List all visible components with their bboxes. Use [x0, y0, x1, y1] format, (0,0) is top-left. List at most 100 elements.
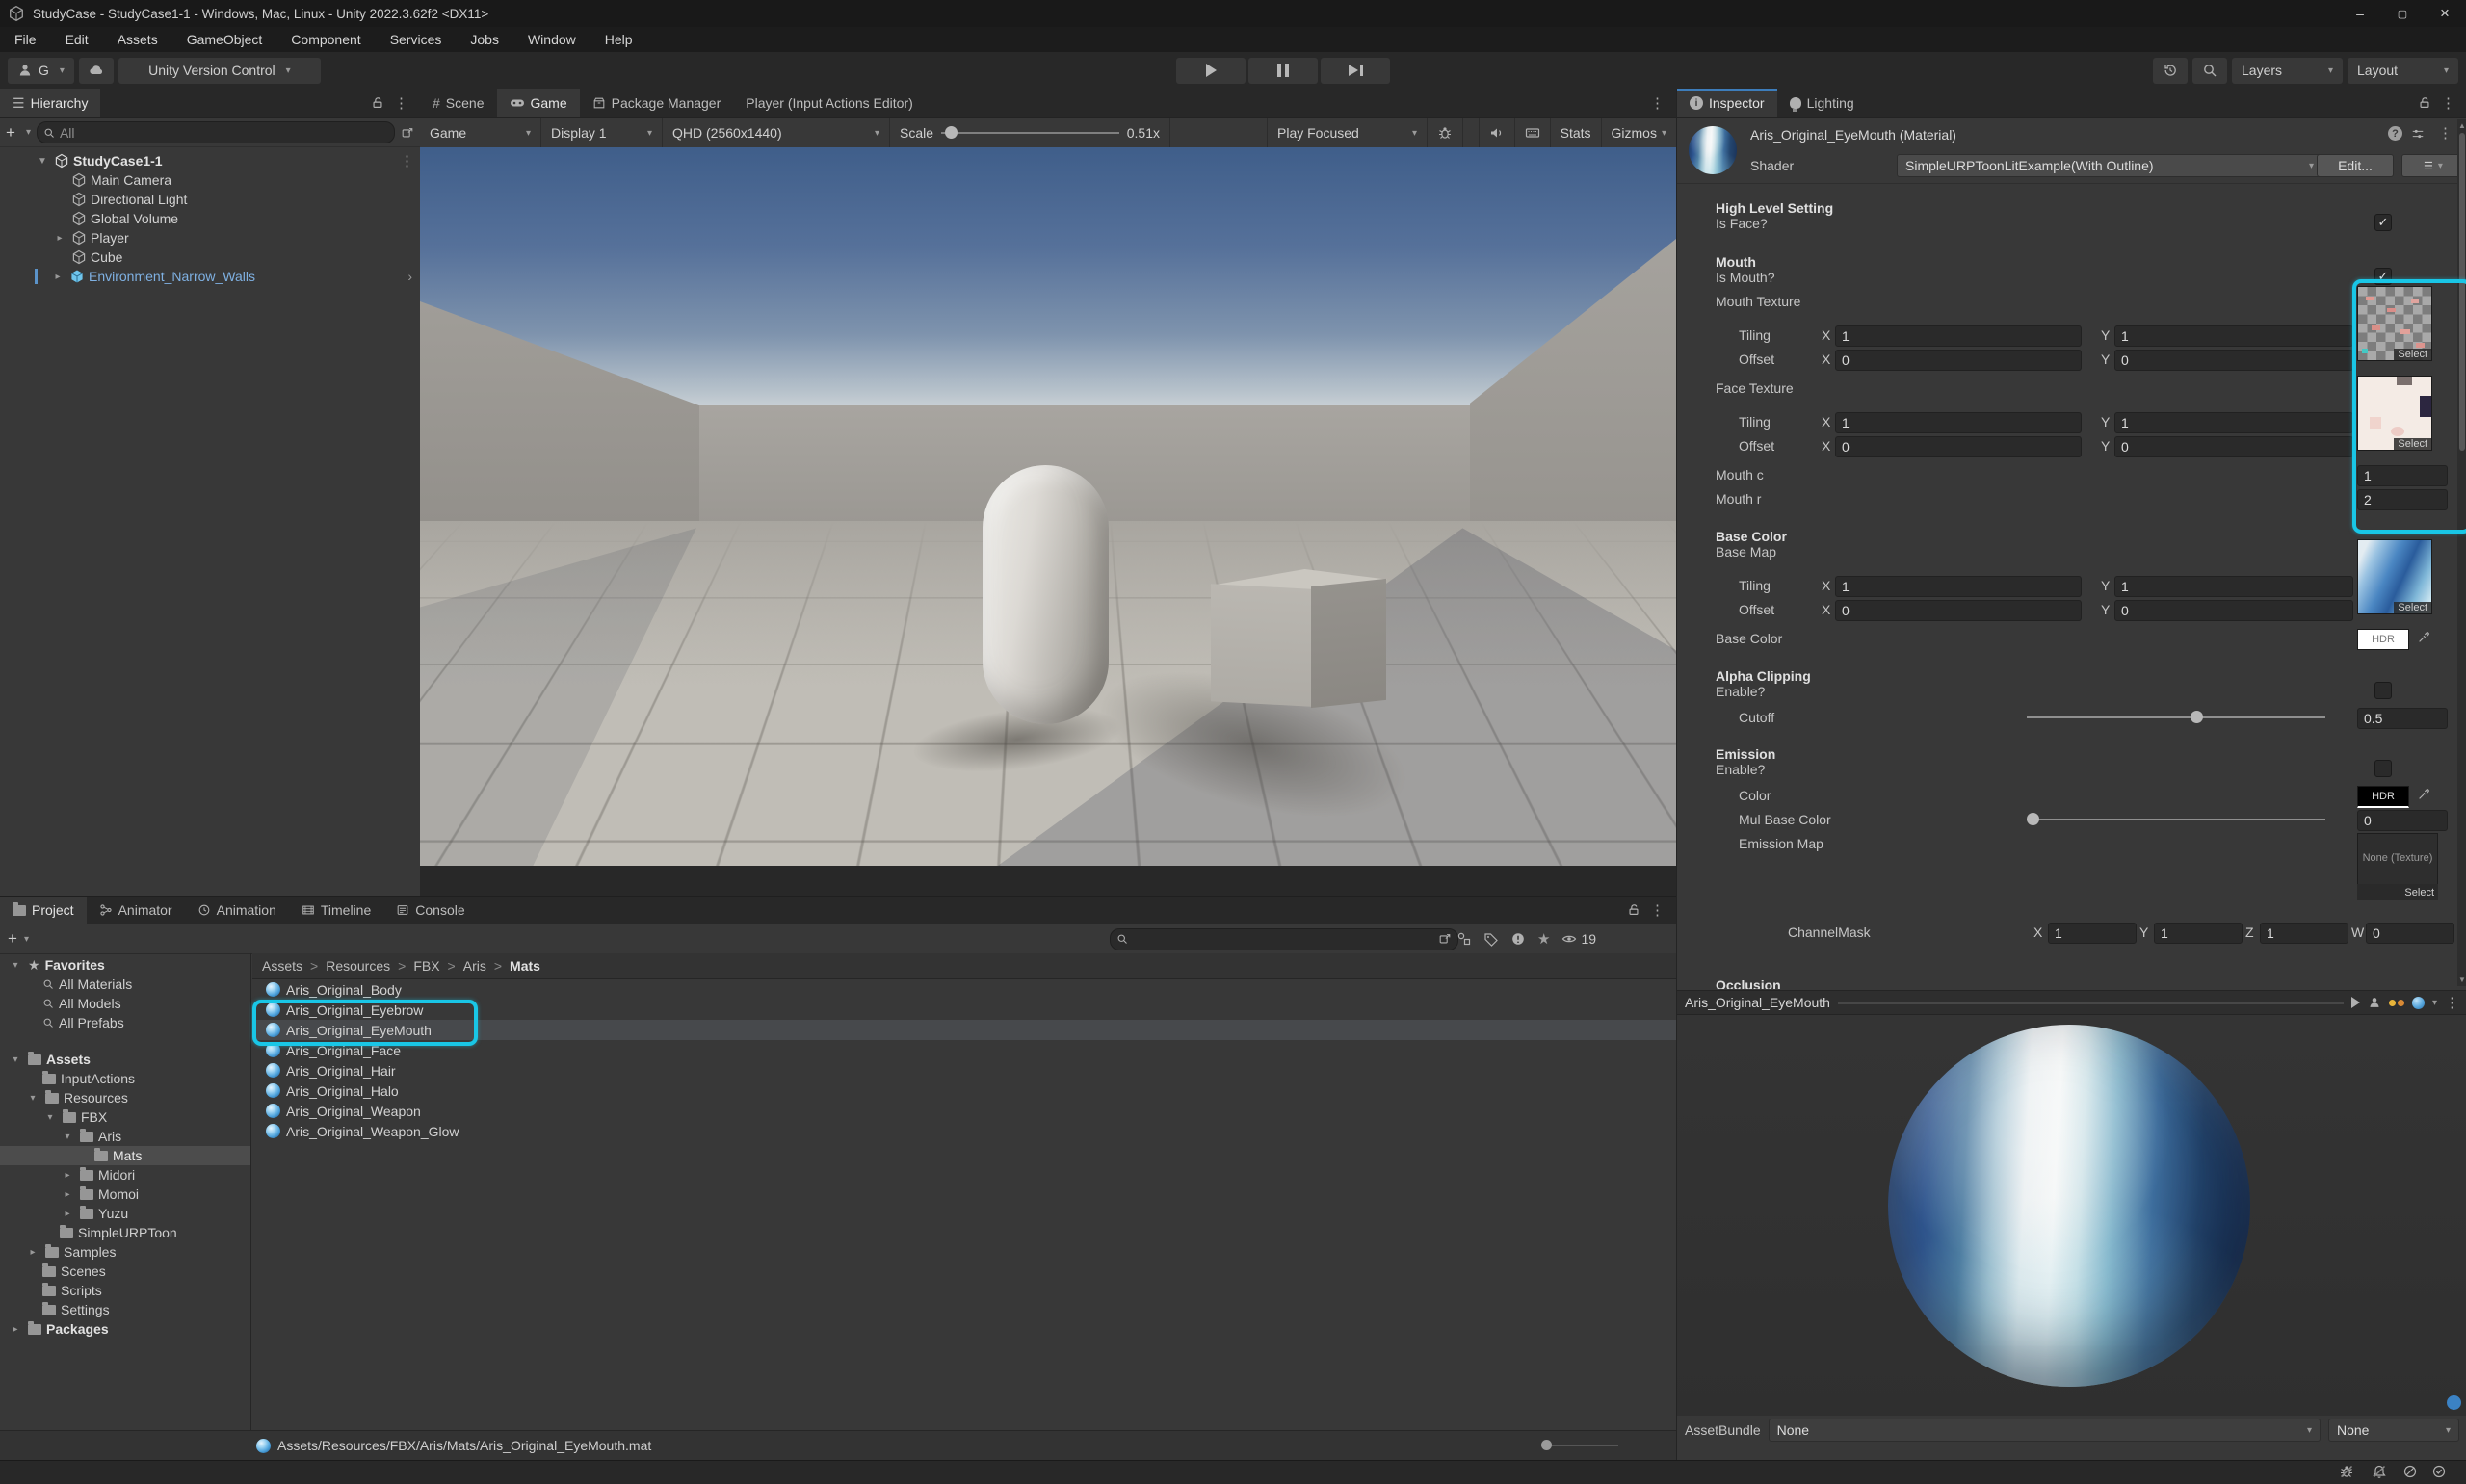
tab-input-actions[interactable]: Player (Input Actions Editor)	[733, 89, 926, 117]
favorites-star-icon[interactable]: ★	[1537, 930, 1550, 948]
presets-icon[interactable]	[2411, 127, 2425, 141]
drag-handle[interactable]	[1838, 1002, 2344, 1004]
tree-item[interactable]: All Materials	[0, 975, 250, 994]
tree-item[interactable]: ▾Resources	[0, 1088, 250, 1107]
base-offset-y-field[interactable]: 0	[2114, 600, 2353, 621]
cutoff-field[interactable]: 0.5	[2357, 708, 2448, 729]
kebab-menu-icon[interactable]: ⋮	[2435, 94, 2461, 112]
tree-item-packages[interactable]: ▸ Packages	[0, 1319, 250, 1339]
lock-icon[interactable]	[1627, 903, 1640, 917]
tab-project[interactable]: Project	[0, 897, 87, 924]
base-offset-x-field[interactable]: 0	[1835, 600, 2082, 621]
tree-item[interactable]: ▸Samples	[0, 1242, 250, 1262]
tree-item[interactable]: ▸Yuzu	[0, 1204, 250, 1223]
tree-item-favorites[interactable]: ▾★ Favorites	[0, 955, 250, 975]
hierarchy-search-input[interactable]: All	[37, 121, 395, 143]
face-offset-x-field[interactable]: 0	[1835, 436, 2082, 457]
expander-icon[interactable]: ▸	[52, 233, 67, 244]
kebab-menu-icon[interactable]: ⋮	[1644, 901, 1670, 919]
assetbundle-dropdown[interactable]: None▾	[1769, 1419, 2321, 1442]
all-good-icon[interactable]	[2431, 1464, 2447, 1479]
tab-animator[interactable]: Animator	[87, 897, 185, 924]
base-color-swatch[interactable]: HDR	[2357, 629, 2409, 650]
is-face-checkbox[interactable]: ✓	[2374, 214, 2392, 231]
breadcrumb-item[interactable]: Resources	[326, 958, 390, 974]
mouth-tiling-x-field[interactable]: 1	[1835, 325, 2082, 347]
tab-animation[interactable]: Animation	[185, 897, 289, 924]
base-map-thumbnail[interactable]: Select	[2357, 539, 2432, 614]
asset-item[interactable]: Aris_Original_Hair	[252, 1060, 1676, 1080]
tree-item[interactable]: All Prefabs	[0, 1013, 250, 1032]
preview-area[interactable]	[1677, 1015, 2466, 1416]
tab-console[interactable]: Console	[383, 897, 477, 924]
mute-audio-button[interactable]	[1479, 118, 1515, 147]
thumbnail-size-knob[interactable]	[1541, 1440, 1552, 1450]
base-tiling-x-field[interactable]: 1	[1835, 576, 2082, 597]
base-tiling-y-field[interactable]: 1	[2114, 576, 2353, 597]
keyboard-shortcuts-button[interactable]	[1515, 118, 1551, 147]
search-everywhere-button[interactable]	[2192, 58, 2227, 84]
tree-item[interactable]: ▾Aris	[0, 1127, 250, 1146]
scale-slider[interactable]	[941, 123, 1119, 143]
tree-item[interactable]: Scripts	[0, 1281, 250, 1300]
thumbnail-size-slider[interactable]	[1541, 1436, 1618, 1455]
display-mode-dropdown[interactable]: Game▾	[420, 118, 541, 147]
mouth-offset-y-field[interactable]: 0	[2114, 350, 2353, 371]
account-button[interactable]: G ▾	[8, 58, 74, 84]
kebab-menu-icon[interactable]: ⋮	[1644, 94, 1670, 112]
kebab-menu-icon[interactable]: ⋮	[2445, 994, 2459, 1011]
menu-edit[interactable]: Edit	[51, 27, 103, 52]
hierarchy-row[interactable]: Main Camera	[0, 170, 420, 190]
lock-icon[interactable]	[371, 96, 384, 110]
breadcrumb-item[interactable]: Assets	[262, 958, 302, 974]
face-offset-y-field[interactable]: 0	[2114, 436, 2353, 457]
tree-item[interactable]: ▾FBX	[0, 1107, 250, 1127]
shader-dropdown[interactable]: SimpleURPToonLitExample(With Outline)▾	[1897, 154, 2322, 177]
menu-file[interactable]: File	[0, 27, 51, 52]
menu-assets[interactable]: Assets	[103, 27, 172, 52]
frame-debugger-button[interactable]	[1428, 118, 1463, 147]
kebab-menu-icon[interactable]: ⋮	[394, 152, 420, 169]
tree-item[interactable]: InputActions	[0, 1069, 250, 1088]
tree-item[interactable]: All Models	[0, 994, 250, 1013]
shader-edit-button[interactable]: Edit...	[2317, 154, 2394, 177]
mouth-offset-x-field[interactable]: 0	[1835, 350, 2082, 371]
stats-button[interactable]: Stats	[1551, 118, 1602, 147]
undo-history-button[interactable]	[2153, 58, 2188, 84]
menu-component[interactable]: Component	[276, 27, 375, 52]
preview-play-icon[interactable]	[2351, 997, 2360, 1008]
cutoff-slider[interactable]	[2027, 708, 2325, 727]
inspector-scrollbar[interactable]: ▲ ▼	[2457, 119, 2466, 986]
preview-avatar-icon[interactable]	[2368, 996, 2381, 1009]
channelmask-z-field[interactable]: 1	[2260, 923, 2348, 944]
menu-window[interactable]: Window	[513, 27, 590, 52]
create-button[interactable]: +	[6, 929, 19, 949]
menu-jobs[interactable]: Jobs	[456, 27, 513, 52]
menu-help[interactable]: Help	[590, 27, 647, 52]
notifications-muted-icon[interactable]	[2372, 1464, 2389, 1481]
asset-item[interactable]: Aris_Original_Body	[252, 979, 1676, 1000]
create-button[interactable]: +	[6, 123, 15, 143]
layout-dropdown[interactable]: Layout ▾	[2348, 58, 2458, 84]
scroll-up-arrow[interactable]: ▲	[2458, 121, 2466, 130]
tab-inspector[interactable]: i Inspector	[1677, 89, 1777, 117]
preview-lights-icon[interactable]	[2389, 1000, 2404, 1006]
tree-item[interactable]: ▸Momoi	[0, 1185, 250, 1204]
caret-down-icon[interactable]: ▾	[24, 934, 29, 945]
pick-window-icon[interactable]	[1438, 932, 1452, 946]
face-tiling-y-field[interactable]: 1	[2114, 412, 2353, 433]
resolution-dropdown[interactable]: QHD (2560x1440)▾	[663, 118, 890, 147]
channelmask-w-field[interactable]: 0	[2366, 923, 2454, 944]
tab-timeline[interactable]: Timeline	[289, 897, 383, 924]
tree-item[interactable]: ▸Midori	[0, 1165, 250, 1185]
debugger-disabled-icon[interactable]	[2339, 1464, 2356, 1481]
hierarchy-row[interactable]: ▸ Player	[0, 228, 420, 247]
channelmask-x-field[interactable]: 1	[2048, 923, 2137, 944]
project-search-input[interactable]	[1110, 928, 1458, 950]
mul-base-color-slider[interactable]	[2027, 810, 2325, 829]
tree-item[interactable]: SimpleURPToon	[0, 1223, 250, 1242]
channelmask-y-field[interactable]: 1	[2154, 923, 2243, 944]
mouth-tiling-y-field[interactable]: 1	[2114, 325, 2353, 347]
hierarchy-row-scene[interactable]: ▼ StudyCase1-1 ⋮	[0, 151, 420, 170]
emission-map-slot[interactable]: None (Texture)	[2357, 833, 2438, 885]
